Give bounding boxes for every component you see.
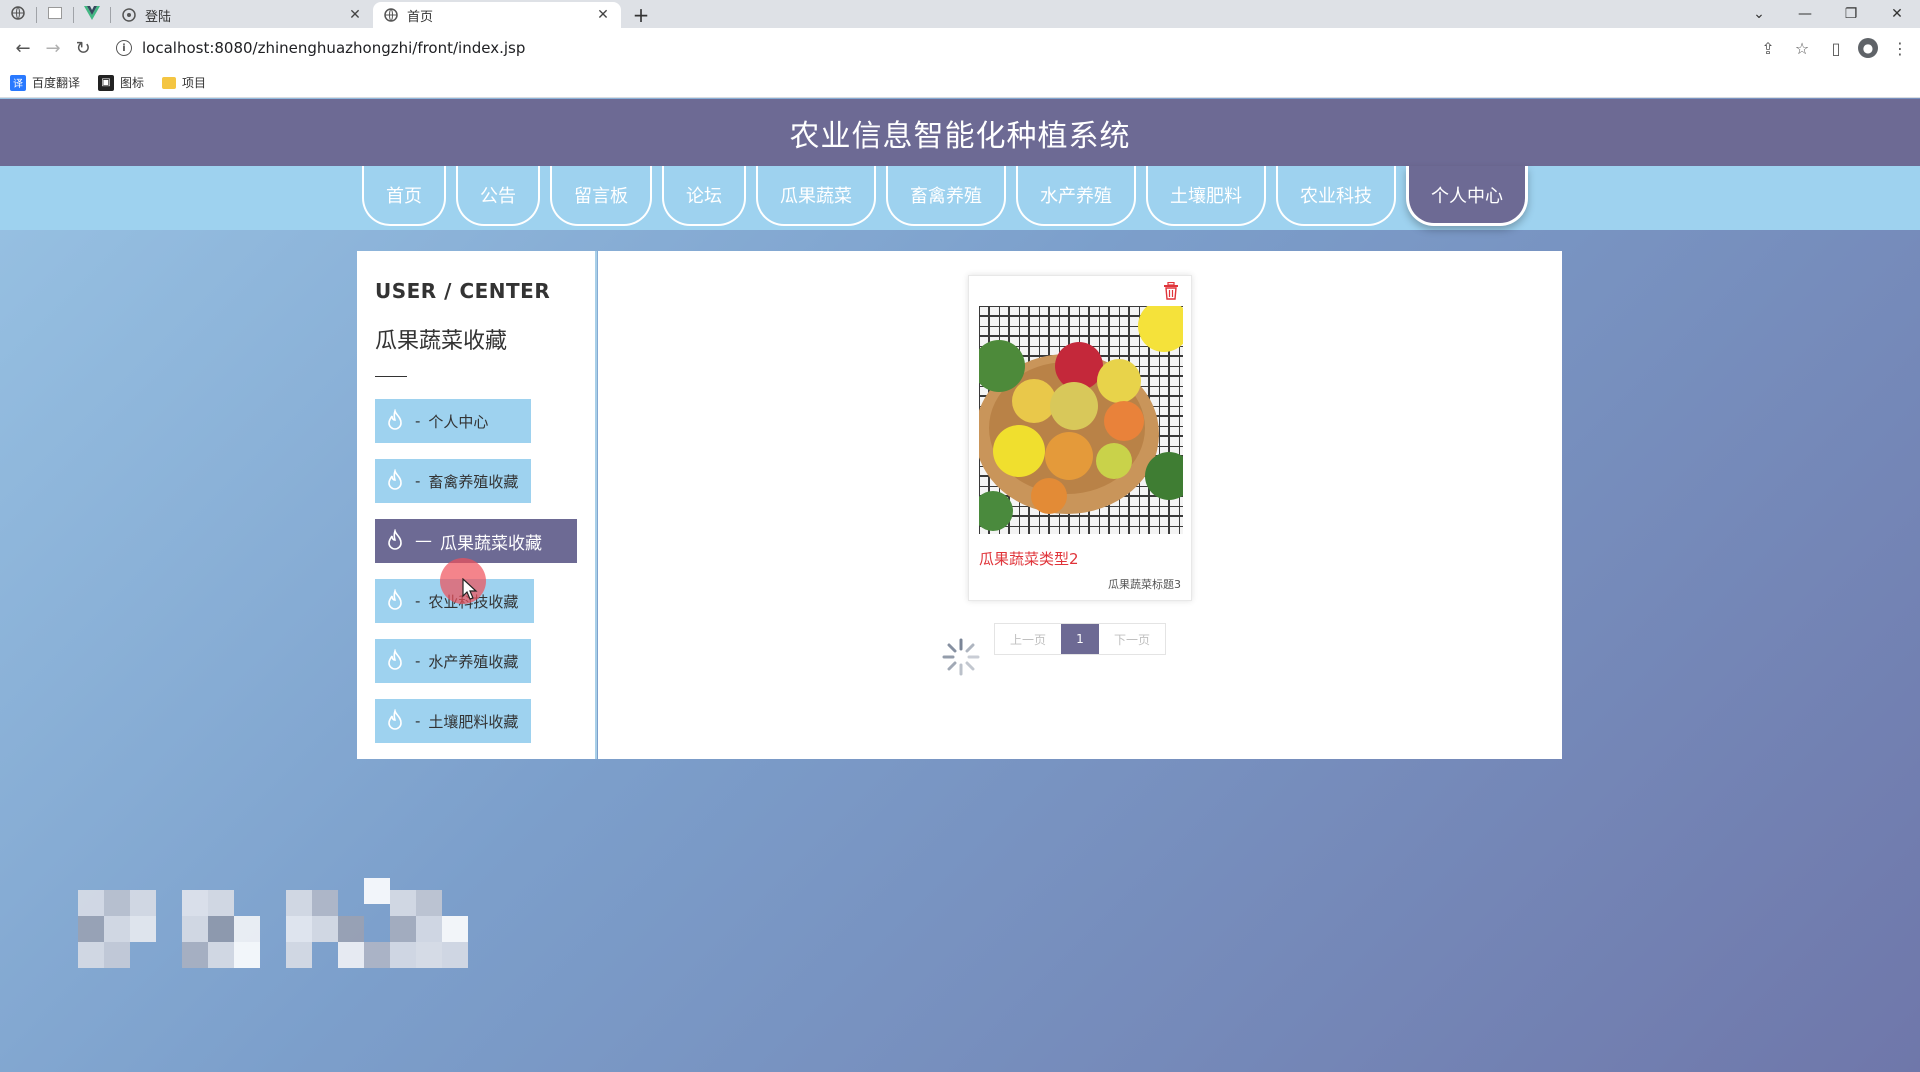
nav-forum[interactable]: 论坛: [662, 166, 746, 226]
globe-icon: [383, 7, 399, 23]
address-bar: ← → ↻ i localhost:8080/zhinenghuazhongzh…: [0, 28, 1920, 68]
tab-title: 首页: [407, 9, 434, 25]
forward-arrow-icon[interactable]: →: [38, 33, 68, 63]
flame-icon: [383, 649, 407, 673]
tab-home[interactable]: 首页 ✕: [373, 2, 621, 28]
flame-icon: [383, 409, 407, 433]
tab-search-icon[interactable]: ⌄: [1736, 0, 1782, 28]
sidebar-title: USER / CENTER: [375, 279, 551, 303]
sidebar-item-aquaculture-favorites[interactable]: - 水产养殖收藏: [375, 639, 531, 683]
more-menu-icon[interactable]: ⋮: [1888, 36, 1912, 60]
favorites-panel: 瓜果蔬菜类型2 瓜果蔬菜标题3 上一页 1 下一页: [598, 251, 1562, 759]
trash-icon[interactable]: [1163, 281, 1179, 300]
close-icon[interactable]: ✕: [595, 7, 611, 23]
flame-icon: [383, 469, 407, 493]
favorite-card[interactable]: 瓜果蔬菜类型2 瓜果蔬菜标题3: [968, 275, 1193, 601]
reload-icon[interactable]: ↻: [68, 33, 98, 63]
fruit-basket-image[interactable]: [973, 300, 1193, 534]
card-title: 瓜果蔬菜标题3: [1108, 578, 1181, 591]
nav-home[interactable]: 首页: [362, 166, 446, 226]
pinned-tab-1[interactable]: [0, 2, 36, 28]
star-icon[interactable]: ☆: [1790, 36, 1814, 60]
globe-icon: [11, 6, 25, 24]
sidebar-item-livestock-favorites[interactable]: - 畜禽养殖收藏: [375, 459, 531, 503]
nav-user-center[interactable]: 个人中心: [1406, 166, 1528, 226]
bookmark-item[interactable]: 译 百度翻译: [10, 74, 80, 91]
nav-fruits-vegetables[interactable]: 瓜果蔬菜: [756, 166, 876, 226]
flame-icon: [383, 589, 407, 613]
divider: [375, 376, 407, 377]
tab-login[interactable]: 登陆 ✕: [111, 2, 373, 28]
site-favicon-icon: [121, 7, 137, 23]
nav-agri-tech[interactable]: 农业科技: [1276, 166, 1396, 226]
bookmark-label: 百度翻译: [32, 76, 81, 90]
user-center-sidebar: USER / CENTER 瓜果蔬菜收藏 - 个人中心 - 畜禽养殖收藏 — 瓜…: [357, 251, 597, 759]
blank-page-icon: [48, 7, 62, 23]
sidebar-item-fruits-favorites[interactable]: — 瓜果蔬菜收藏: [375, 519, 577, 563]
translate-icon: 译: [10, 74, 26, 91]
vue-logo-icon: [84, 6, 100, 24]
window-controls: ⌄ — ❐ ✕: [1736, 0, 1920, 28]
restore-icon[interactable]: ❐: [1828, 0, 1874, 28]
mouse-cursor-icon: [462, 578, 478, 600]
sidebar-item-label: 水产养殖收藏: [428, 652, 519, 671]
url-input[interactable]: i localhost:8080/zhinenghuazhongzhi/fron…: [106, 33, 1748, 63]
site-title: 农业信息智能化种植系统: [789, 118, 1131, 154]
new-tab-button[interactable]: +: [627, 2, 655, 28]
image-icon: ▣: [98, 74, 115, 91]
folder-icon: [162, 76, 177, 89]
bookmark-label: 图标: [120, 76, 145, 90]
sidebar-subtitle: 瓜果蔬菜收藏: [375, 329, 508, 354]
bookmarks-bar: 译 百度翻译 ▣ 图标 项目: [0, 68, 1920, 98]
sidebar-item-label: 土壤肥料收藏: [428, 712, 519, 731]
prev-page-button[interactable]: 上一页: [995, 624, 1061, 654]
nav-livestock[interactable]: 畜禽养殖: [886, 166, 1006, 226]
flame-icon: [383, 709, 407, 733]
sidebar-item-label: 瓜果蔬菜收藏: [440, 533, 542, 554]
browser-tab-bar: 登陆 ✕ 首页 ✕ + ⌄ — ❐ ✕: [0, 0, 1920, 28]
tab-title: 登陆: [145, 9, 172, 25]
close-icon[interactable]: ✕: [347, 7, 363, 23]
side-panel-icon[interactable]: ▯: [1824, 36, 1848, 60]
nav-soil-fertilizer[interactable]: 土壤肥料: [1146, 166, 1266, 226]
site-header: 农业信息智能化种植系统: [0, 99, 1920, 166]
sidebar-item-soil-favorites[interactable]: - 土壤肥料收藏: [375, 699, 531, 743]
share-icon[interactable]: ⇪: [1756, 36, 1780, 60]
next-page-button[interactable]: 下一页: [1099, 624, 1165, 654]
flame-icon: [383, 529, 407, 553]
bookmark-item[interactable]: 项目: [162, 74, 206, 91]
main-nav: 首页 公告 留言板 论坛 瓜果蔬菜 畜禽养殖 水产养殖 土壤肥料 农业科技 个人…: [0, 166, 1920, 230]
profile-avatar-icon[interactable]: ●: [1858, 38, 1878, 58]
bookmark-label: 项目: [182, 76, 207, 90]
sidebar-item-user-center[interactable]: - 个人中心: [375, 399, 531, 443]
page-number-button[interactable]: 1: [1061, 624, 1099, 654]
pixelated-watermark: [78, 878, 468, 968]
nav-message-board[interactable]: 留言板: [550, 166, 652, 226]
pinned-tab-2[interactable]: [37, 2, 73, 28]
bookmark-item[interactable]: ▣ 图标: [98, 74, 144, 91]
loading-spinner-icon: [942, 638, 980, 676]
nav-notice[interactable]: 公告: [456, 166, 540, 226]
pagination: 上一页 1 下一页: [994, 623, 1166, 655]
close-window-icon[interactable]: ✕: [1874, 0, 1920, 28]
nav-aquaculture[interactable]: 水产养殖: [1016, 166, 1136, 226]
sidebar-item-label: 个人中心: [428, 412, 489, 431]
back-arrow-icon[interactable]: ←: [8, 33, 38, 63]
sidebar-item-label: 畜禽养殖收藏: [428, 472, 519, 491]
minimize-icon[interactable]: —: [1782, 0, 1828, 28]
card-category: 瓜果蔬菜类型2: [979, 550, 1079, 568]
url-text: localhost:8080/zhinenghuazhongzhi/front/…: [142, 39, 526, 57]
pinned-tab-3[interactable]: [74, 2, 110, 28]
info-icon[interactable]: i: [116, 40, 132, 56]
